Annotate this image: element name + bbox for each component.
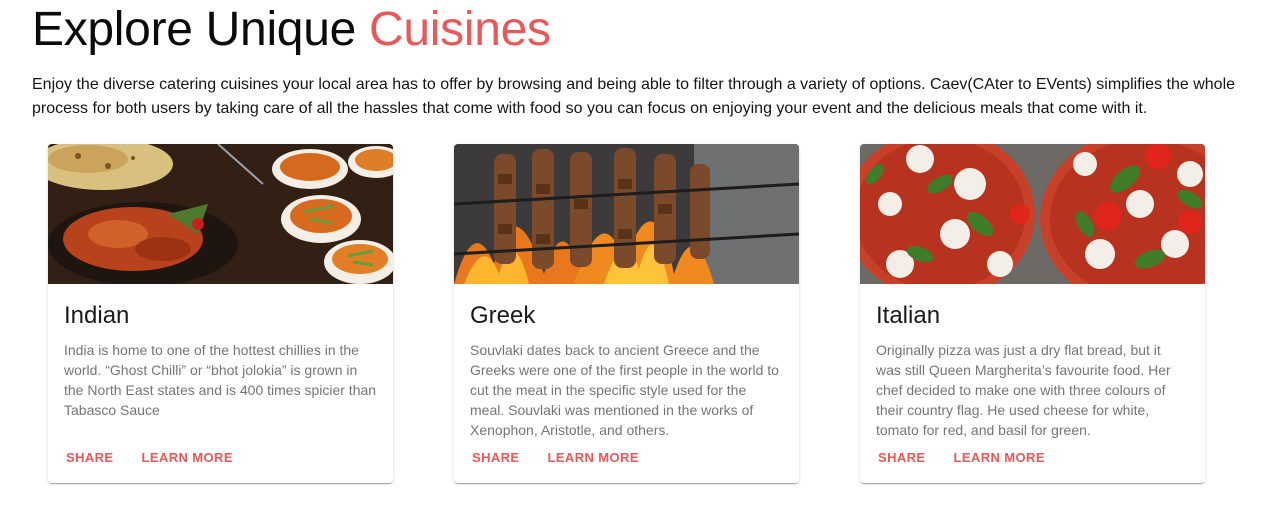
page-title-main: Explore Unique bbox=[32, 3, 356, 56]
card-description: India is home to one of the hottest chil… bbox=[64, 342, 377, 418]
page-title-accent: Cuisines bbox=[369, 3, 551, 56]
card-title: Italian bbox=[876, 302, 941, 329]
share-button[interactable]: Share bbox=[868, 444, 936, 471]
cuisine-card-indian: Indian India is home to one of the hotte… bbox=[48, 144, 393, 483]
intro-paragraph: Enjoy the diverse catering cuisines your… bbox=[32, 76, 1236, 117]
card-title: Greek bbox=[470, 302, 536, 329]
card-description: Originally pizza was just a dry flat bre… bbox=[876, 342, 1171, 438]
card-description: Souvlaki dates back to ancient Greece an… bbox=[470, 342, 779, 438]
italian-food-image bbox=[860, 144, 1205, 284]
learn-more-button[interactable]: Learn More bbox=[132, 444, 243, 471]
page-title: Explore Unique Cuisines bbox=[32, 2, 551, 58]
greek-food-image bbox=[454, 144, 799, 284]
indian-food-image bbox=[48, 144, 393, 284]
share-button[interactable]: Share bbox=[462, 444, 530, 471]
learn-more-button[interactable]: Learn More bbox=[538, 444, 649, 471]
cuisine-card-greek: Greek Souvlaki dates back to ancient Gre… bbox=[454, 144, 799, 483]
cuisine-card-italian: Italian Originally pizza was just a dry … bbox=[860, 144, 1205, 483]
share-button[interactable]: Share bbox=[56, 444, 124, 471]
card-title: Indian bbox=[64, 302, 130, 329]
learn-more-button[interactable]: Learn More bbox=[944, 444, 1055, 471]
